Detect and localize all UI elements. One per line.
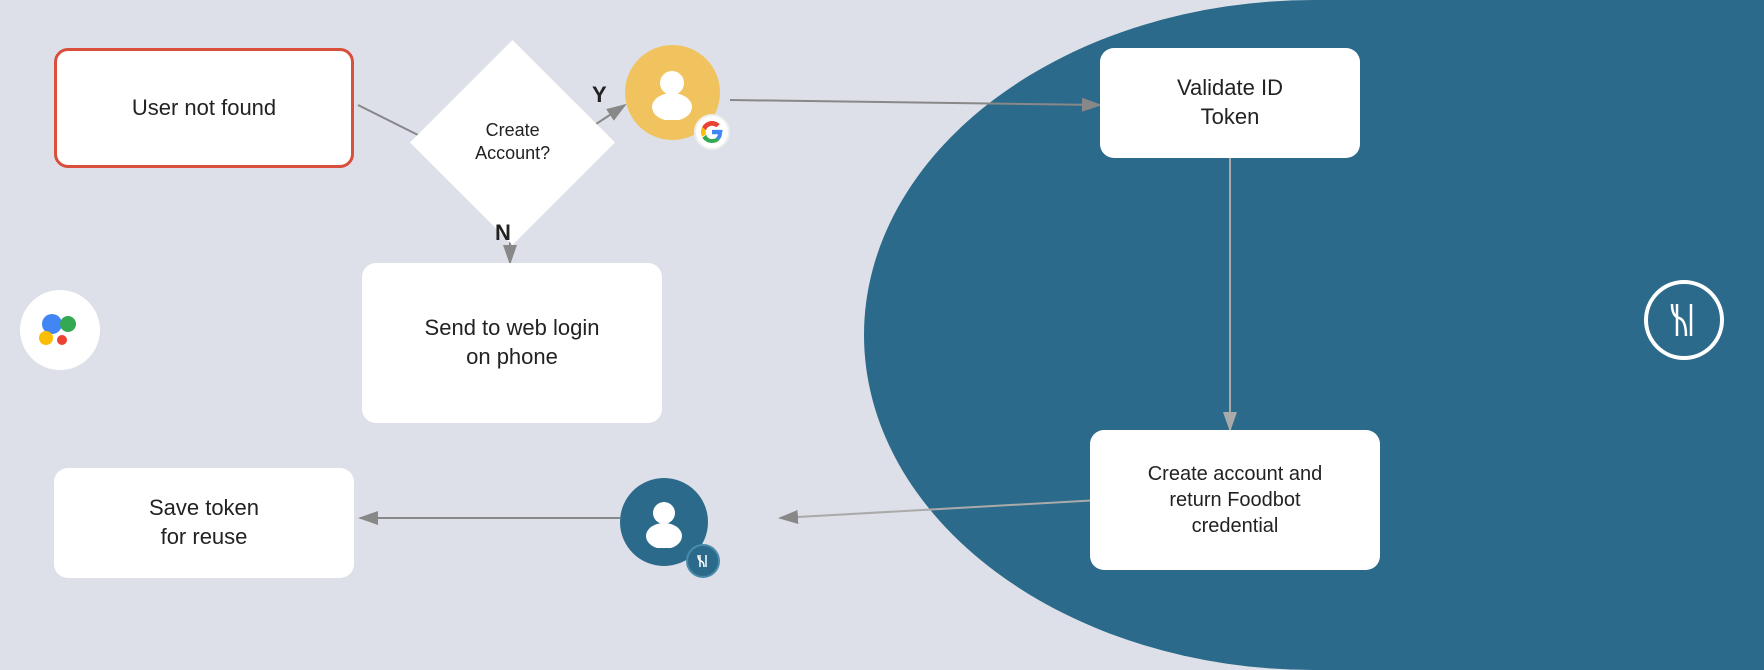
create-account-foodbot-node: Create account and return Foodbot creden… [1090,430,1380,570]
google-assistant-icon [20,290,100,370]
user-google-icon [625,45,730,150]
label-yes: Y [592,82,607,108]
label-no: N [495,220,511,246]
validate-id-token-node: Validate ID Token [1100,48,1360,158]
fork-circle-icon [1644,280,1724,360]
user-fork-icon [620,478,720,578]
user-not-found-node: User not found [54,48,354,168]
send-to-web-node: Send to web login on phone [362,263,662,423]
save-token-node: Save token for reuse [54,468,354,578]
